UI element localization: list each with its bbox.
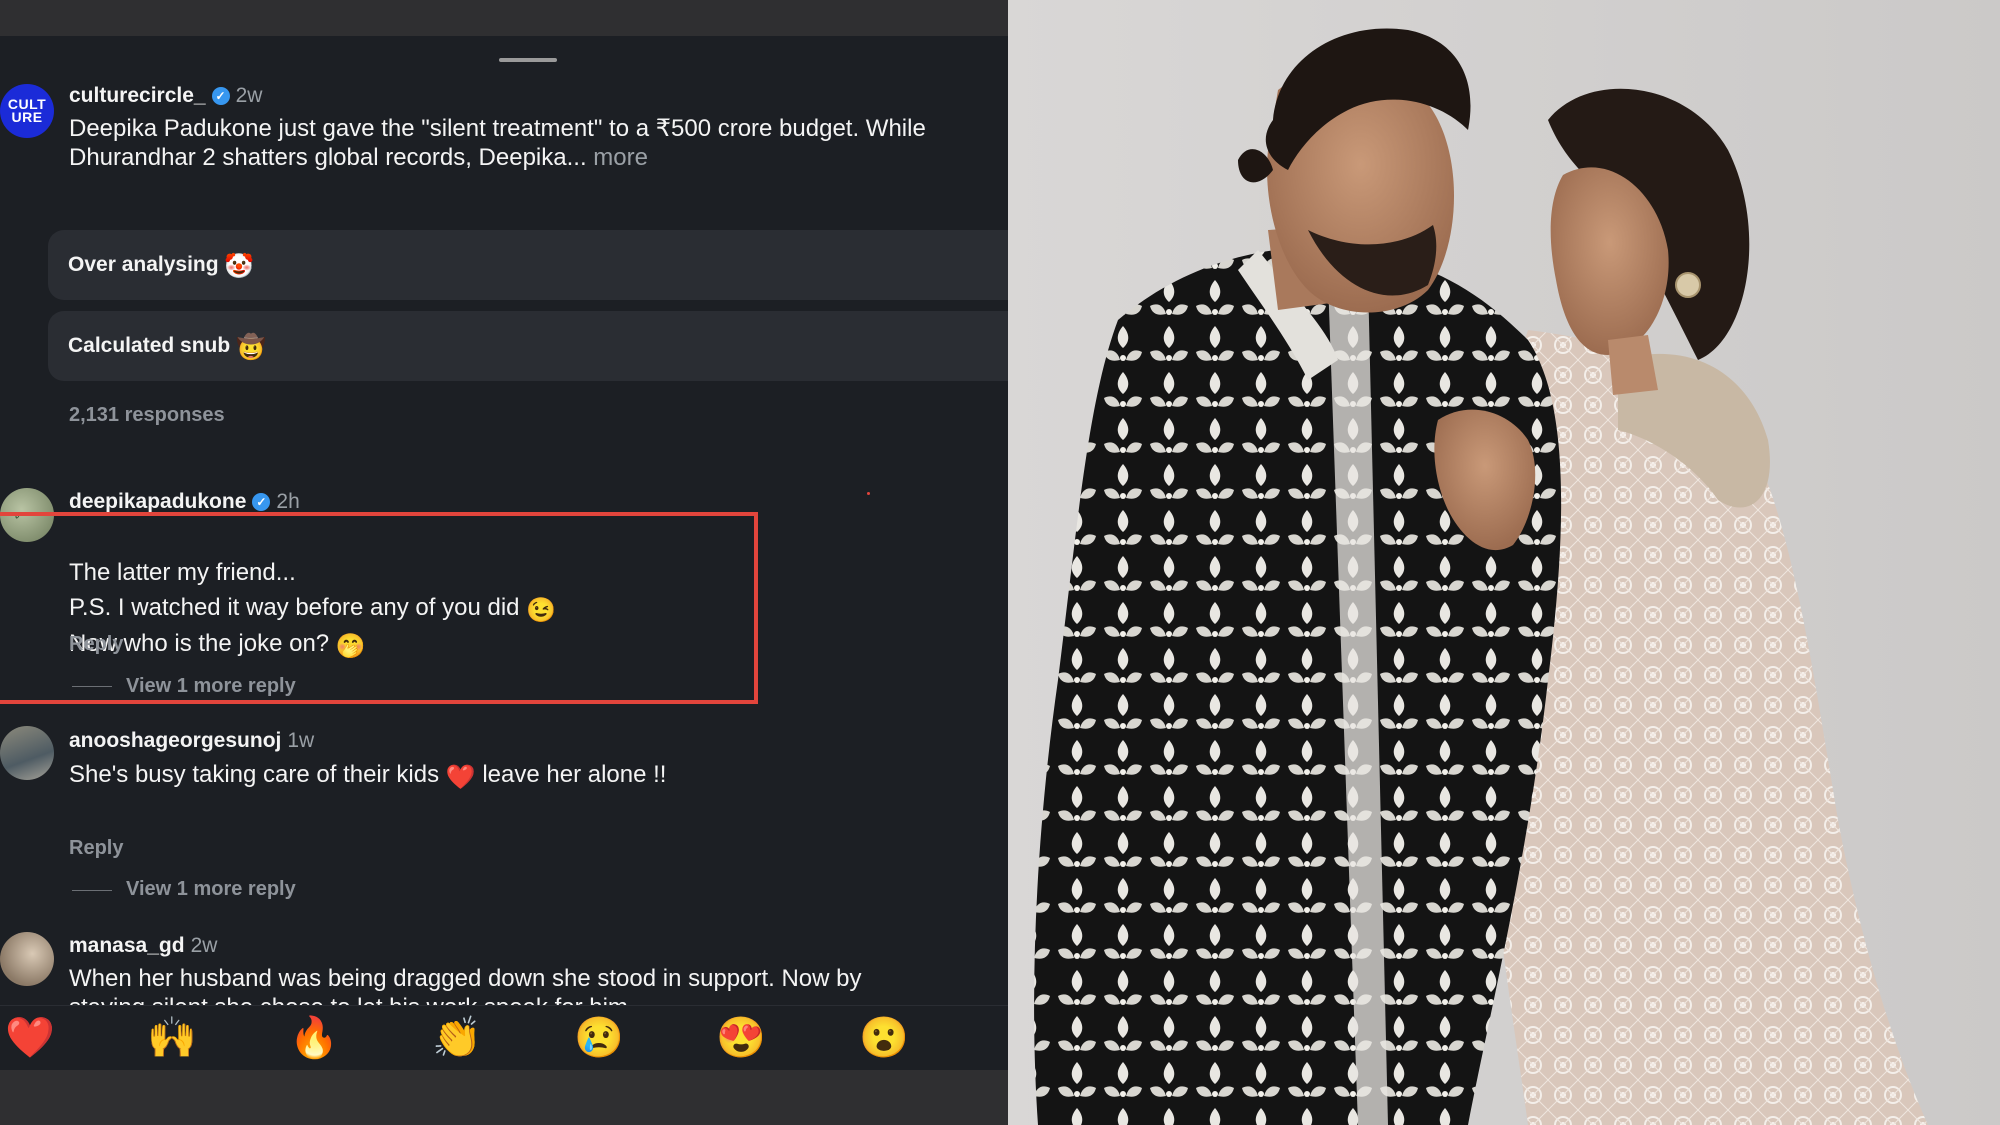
reply-button[interactable]: Reply: [69, 837, 123, 860]
reaction-surprised-icon[interactable]: 😮: [854, 1014, 914, 1062]
view-more-replies-button[interactable]: View 1 more reply: [126, 675, 296, 698]
comment-body: She's busy taking care of their kids ❤️ …: [69, 760, 666, 792]
sheet-drag-handle[interactable]: [499, 58, 557, 62]
comment-header: manasa_gd 2w: [69, 934, 217, 958]
comment-time: 1w: [287, 729, 315, 752]
comment-avatar[interactable]: [0, 726, 54, 780]
view-more-replies-button[interactable]: View 1 more reply: [126, 878, 296, 901]
comments-sheet: CULT URE culturecircle_ ✓ 2w Deepika Paduk…: [0, 36, 1008, 1072]
bottom-bar: [0, 1070, 1008, 1125]
post-time: 2w: [235, 84, 263, 107]
post-caption-line: Deepika Padukone just gave the "silent t…: [69, 115, 926, 142]
comment-text: leave her alone !!: [482, 761, 667, 788]
quick-reactions-bar: ❤️ 🙌 🔥 👏 😢 😍 😮: [0, 1005, 1008, 1072]
comment-header: anooshageorgesunoj 1w: [69, 729, 314, 753]
verified-badge-icon: ✓: [211, 87, 230, 105]
comments-panel: CULT URE culturecircle_ ✓ 2w Deepika Paduk…: [0, 0, 1008, 1125]
comment-avatar[interactable]: [0, 932, 54, 986]
comment-username[interactable]: anooshageorgesunoj: [69, 729, 281, 752]
reaction-crying-icon[interactable]: 😢: [569, 1014, 629, 1062]
comment-username[interactable]: manasa_gd: [69, 934, 185, 957]
couple-photo: [1008, 0, 2000, 1125]
poll-option-over-analysing[interactable]: Over analysing 🤡: [48, 230, 1008, 300]
comment-time: 2w: [190, 934, 218, 957]
annotation-dot: [867, 492, 870, 495]
post-author-avatar[interactable]: CULT URE: [0, 84, 54, 138]
highlight-box: [0, 512, 758, 704]
comment-header: deepikapadukone ✓ 2h: [69, 490, 300, 514]
comment-time: 2h: [276, 490, 300, 513]
comment-line: When her husband was being dragged down …: [69, 965, 862, 992]
poll-option-calculated-snub[interactable]: Calculated snub 🤠: [48, 311, 1008, 381]
reaction-fire-icon[interactable]: 🔥: [284, 1014, 344, 1062]
poll-option-label: Over analysing: [68, 253, 219, 276]
post-author-username[interactable]: culturecircle_: [69, 84, 206, 107]
reaction-clapping-icon[interactable]: 👏: [427, 1014, 487, 1062]
comment-text: She's busy taking care of their kids: [69, 761, 440, 788]
post-caption: Deepika Padukone just gave the "silent t…: [69, 114, 999, 172]
reaction-raised-hands-icon[interactable]: 🙌: [142, 1014, 202, 1062]
thread-line: [72, 890, 112, 891]
thread-line: [72, 686, 112, 687]
poll-responses-count[interactable]: 2,131 responses: [69, 404, 225, 427]
cowboy-face-icon: 🤠: [236, 334, 266, 361]
comment-username[interactable]: deepikapadukone: [69, 490, 246, 513]
couple-photo-illustration: [1008, 0, 2000, 1125]
clown-face-icon: 🤡: [224, 253, 255, 280]
poll-option-label: Calculated snub: [68, 334, 231, 357]
avatar-logo-text-2: URE: [11, 109, 43, 125]
post-caption-line: Dhurandhar 2 shatters global records, De…: [69, 144, 587, 171]
reaction-heart-eyes-icon[interactable]: 😍: [711, 1014, 771, 1062]
post-header: culturecircle_ ✓ 2w: [69, 84, 262, 108]
verified-badge-icon: ✓: [252, 493, 271, 511]
caption-more-link[interactable]: more: [593, 144, 648, 171]
red-heart-icon: ❤️: [445, 764, 476, 791]
reaction-heart-icon[interactable]: ❤️: [0, 1014, 60, 1062]
